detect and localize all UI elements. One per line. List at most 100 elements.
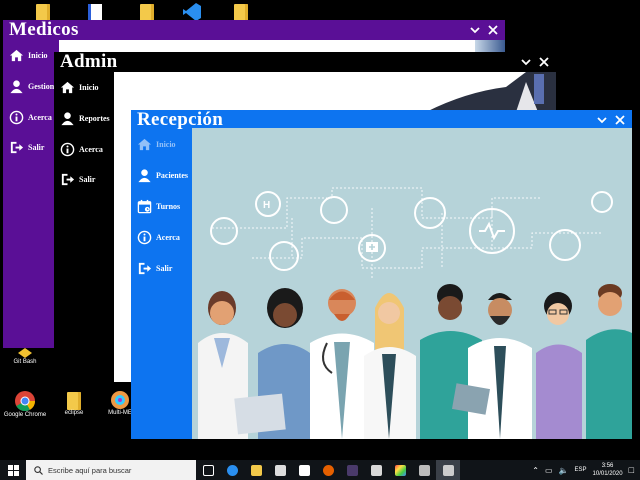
titlebar[interactable]: Admin bbox=[54, 51, 556, 72]
search-icon bbox=[34, 465, 43, 475]
minimize-icon[interactable] bbox=[596, 114, 608, 126]
info-icon bbox=[60, 142, 75, 157]
desktop-icon-label: Git Bash bbox=[13, 359, 37, 365]
taskbar-firefox[interactable] bbox=[316, 460, 340, 480]
language-indicator[interactable]: ESP bbox=[575, 467, 587, 473]
sidebar-item-label: Inicio bbox=[79, 83, 99, 92]
user-icon bbox=[10, 80, 23, 94]
taskbar: Escribe aquí para buscar ⌃ ▭ 🔈 ESP 3:56 … bbox=[0, 460, 640, 480]
titlebar[interactable]: Recepción bbox=[131, 109, 632, 130]
folder-icon bbox=[140, 4, 154, 21]
desktop-icon-gitbash[interactable]: Git Bash bbox=[0, 347, 56, 365]
sidebar-item-label: Inicio bbox=[156, 140, 176, 149]
sidebar-item-label: Gestion bbox=[28, 82, 55, 91]
sidebar-item-pacientes[interactable]: Pacientes bbox=[137, 168, 188, 183]
taskbar-store[interactable] bbox=[268, 460, 292, 480]
edge-icon bbox=[226, 464, 238, 476]
sidebar-item-turnos[interactable]: Turnos bbox=[137, 199, 180, 214]
chrome-icon bbox=[15, 391, 36, 412]
exit-icon bbox=[61, 173, 75, 186]
app-icon bbox=[418, 464, 430, 476]
sidebar-item-reportes[interactable]: Reportes bbox=[60, 111, 110, 126]
window-title: Admin bbox=[60, 51, 118, 72]
medical-team-illustration: H bbox=[192, 128, 632, 439]
gitbash-icon bbox=[18, 348, 32, 358]
sidebar-item-label: Acerca bbox=[79, 145, 103, 154]
taskbar-edge[interactable] bbox=[220, 460, 244, 480]
sidebar-item-label: Pacientes bbox=[156, 171, 188, 180]
taskbar-search-box[interactable]: Escribe aquí para buscar bbox=[26, 460, 196, 480]
network-icon[interactable]: ▭ bbox=[545, 466, 553, 475]
clock[interactable]: 3:56 10/01/2020 bbox=[593, 462, 623, 478]
desktop-icon-folder-3[interactable] bbox=[210, 4, 272, 21]
windows-start-icon bbox=[7, 464, 19, 476]
desktop-icon-label: Multi-ME bbox=[108, 410, 132, 416]
info-icon bbox=[9, 110, 24, 125]
sidebar-item-gestion[interactable]: Gestion bbox=[9, 79, 54, 94]
volume-icon[interactable]: 🔈 bbox=[559, 466, 569, 475]
task-view-icon bbox=[202, 464, 214, 476]
taskbar-app-3[interactable] bbox=[388, 460, 412, 480]
search-placeholder: Escribe aquí para buscar bbox=[48, 465, 132, 475]
app-icon bbox=[370, 464, 382, 476]
taskbar-app-5[interactable] bbox=[436, 460, 460, 480]
home-icon bbox=[9, 49, 24, 62]
start-button[interactable] bbox=[0, 460, 26, 480]
sidebar-item-salir[interactable]: Salir bbox=[9, 140, 44, 155]
sidebar-item-salir[interactable]: Salir bbox=[137, 261, 172, 276]
taskbar-app-4[interactable] bbox=[412, 460, 436, 480]
calendar-icon bbox=[137, 199, 152, 214]
sidebar-item-inicio[interactable]: Inicio bbox=[9, 48, 48, 63]
home-icon bbox=[60, 81, 75, 94]
sidebar-item-label: Inicio bbox=[28, 51, 48, 60]
folder-icon bbox=[67, 392, 81, 410]
window-title: Medicos bbox=[9, 19, 79, 40]
sidebar-item-acerca[interactable]: Acerca bbox=[60, 142, 103, 157]
taskbar-app-2[interactable] bbox=[364, 460, 388, 480]
taskbar-task-view[interactable] bbox=[196, 460, 220, 480]
close-icon[interactable] bbox=[614, 114, 626, 126]
folder-icon bbox=[250, 464, 262, 476]
window-recepcion: Recepción Inicio Pacientes Turnos Acerca… bbox=[131, 109, 632, 439]
sidebar-item-label: Salir bbox=[79, 175, 96, 184]
system-tray: ⌃ ▭ 🔈 ESP 3:56 10/01/2020 □ bbox=[532, 462, 640, 478]
titlebar[interactable]: Medicos bbox=[3, 19, 505, 40]
home-icon bbox=[137, 138, 152, 151]
sidebar-item-label: Salir bbox=[156, 264, 173, 273]
exit-icon bbox=[10, 141, 24, 154]
clock-time: 3:56 bbox=[601, 463, 614, 469]
firefox-icon bbox=[322, 464, 334, 476]
taskbar-app-1[interactable] bbox=[340, 460, 364, 480]
svg-text:H: H bbox=[263, 200, 270, 211]
app-icon bbox=[346, 464, 358, 476]
close-icon[interactable] bbox=[487, 24, 499, 36]
desktop-icon-label: Google Chrome bbox=[3, 412, 47, 418]
app-icon bbox=[442, 464, 454, 476]
sidebar-item-inicio[interactable]: Inicio bbox=[137, 137, 176, 152]
sidebar-item-inicio[interactable]: Inicio bbox=[60, 80, 99, 95]
sidebar-item-salir[interactable]: Salir bbox=[60, 172, 95, 187]
minimize-icon[interactable] bbox=[469, 24, 481, 36]
chevron-up-icon[interactable]: ⌃ bbox=[532, 466, 539, 475]
taskbar-mail[interactable] bbox=[292, 460, 316, 480]
mail-icon bbox=[298, 464, 310, 476]
taskbar-explorer[interactable] bbox=[244, 460, 268, 480]
sidebar-item-label: Turnos bbox=[156, 202, 181, 211]
multime-icon bbox=[111, 391, 129, 409]
close-icon[interactable] bbox=[538, 56, 550, 68]
sidebar-item-acerca[interactable]: Acerca bbox=[9, 110, 52, 125]
sidebar-item-label: Acerca bbox=[28, 113, 52, 122]
sidebar-item-label: Reportes bbox=[79, 114, 110, 123]
notifications-icon[interactable]: □ bbox=[629, 465, 634, 475]
app-icon bbox=[394, 464, 406, 476]
vscode-icon bbox=[183, 3, 201, 21]
sidebar-item-acerca[interactable]: Acerca bbox=[137, 230, 180, 245]
folder-icon bbox=[234, 4, 248, 21]
sidebar-item-label: Acerca bbox=[156, 233, 180, 242]
exit-icon bbox=[138, 262, 152, 275]
info-icon bbox=[137, 230, 152, 245]
desktop-icon-label: eclipse bbox=[64, 410, 84, 416]
content-area: H bbox=[192, 128, 632, 439]
user-icon bbox=[61, 112, 74, 126]
minimize-icon[interactable] bbox=[520, 56, 532, 68]
